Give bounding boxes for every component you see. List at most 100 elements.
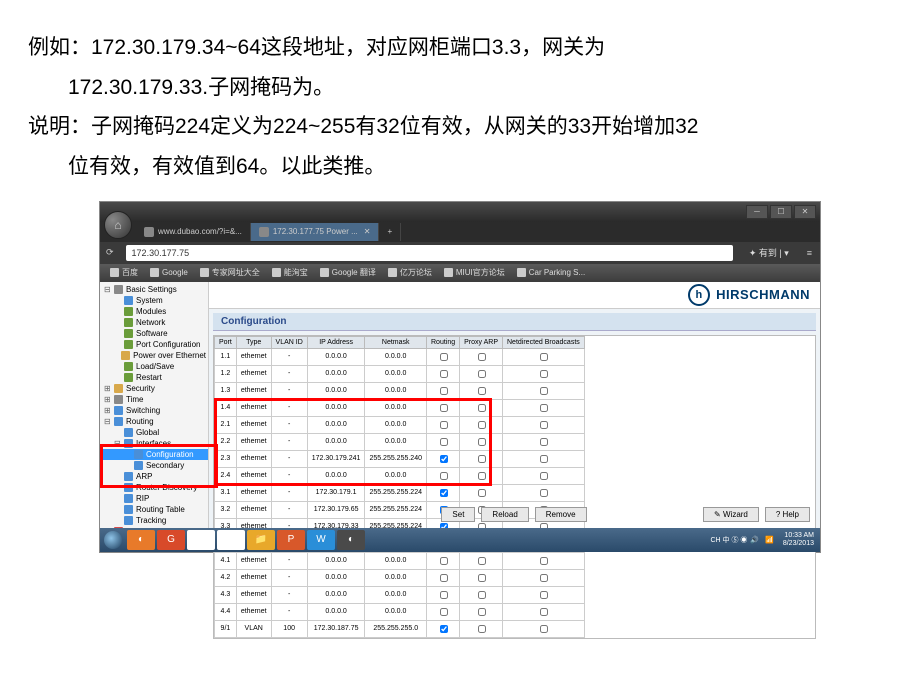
taskbar-app-icon[interactable]: ◐ (127, 530, 155, 550)
checkbox[interactable] (478, 387, 486, 395)
checkbox[interactable] (478, 557, 486, 565)
new-tab-button[interactable]: + (379, 223, 401, 241)
taskbar-app-icon[interactable]: W (307, 530, 335, 550)
browser-home-button[interactable]: ⌂ (104, 211, 132, 239)
checkbox[interactable] (540, 472, 548, 480)
checkbox[interactable] (478, 625, 486, 633)
checkbox[interactable] (478, 472, 486, 480)
address-input[interactable] (126, 245, 733, 261)
bookmark-item[interactable]: MIUI官方论坛 (438, 267, 511, 278)
table-row[interactable]: 1.1ethernet-0.0.0.00.0.0.0 (215, 348, 585, 365)
tree-item-routing-table[interactable]: Routing Table (100, 504, 208, 515)
taskbar-app-icon[interactable] (187, 530, 215, 550)
tray-clock[interactable]: 10:33 AM 8/23/2013 (783, 532, 814, 547)
system-tray[interactable]: CH 中 ⑤ ◉ 🔊 📶 10:33 AM 8/23/2013 (704, 532, 820, 547)
taskbar-app-icon[interactable]: G (157, 530, 185, 550)
checkbox[interactable] (440, 489, 448, 497)
help-button[interactable]: ? Help (765, 507, 810, 522)
checkbox[interactable] (540, 574, 548, 582)
wizard-button[interactable]: ✎ Wizard (703, 507, 759, 522)
bookmark-item[interactable]: Google 翻译 (314, 267, 382, 278)
table-row[interactable]: 2.3ethernet-172.30.179.241255.255.255.24… (215, 450, 585, 467)
checkbox[interactable] (440, 370, 448, 378)
checkbox[interactable] (440, 472, 448, 480)
browser-tab-2[interactable]: 172.30.177.75 Power ...✕ (251, 223, 380, 241)
bookmark-item[interactable]: Google (144, 268, 194, 277)
tree-item-secondary[interactable]: Secondary (100, 460, 208, 471)
checkbox[interactable] (478, 591, 486, 599)
tray-volume-icon[interactable]: 🔊 (750, 536, 759, 544)
reload-icon[interactable]: ⟳ (100, 247, 120, 258)
window-close-button[interactable]: ✕ (794, 205, 816, 219)
table-row[interactable]: 2.2ethernet-0.0.0.00.0.0.0 (215, 433, 585, 450)
checkbox[interactable] (540, 370, 548, 378)
checkbox[interactable] (540, 421, 548, 429)
table-row[interactable]: 4.3ethernet-0.0.0.00.0.0.0 (215, 586, 585, 603)
checkbox[interactable] (540, 455, 548, 463)
checkbox[interactable] (540, 404, 548, 412)
column-header[interactable]: IP Address (307, 336, 365, 348)
bookmark-item[interactable]: 亿万论坛 (382, 267, 438, 278)
tree-item-tracking[interactable]: Tracking (100, 515, 208, 526)
column-header[interactable]: Netdirected Broadcasts (503, 336, 585, 348)
expand-icon[interactable]: ⊟ (104, 417, 112, 426)
checkbox[interactable] (540, 625, 548, 633)
table-row[interactable]: 1.4ethernet-0.0.0.00.0.0.0 (215, 399, 585, 416)
expand-icon[interactable]: ⊞ (104, 406, 112, 415)
column-header[interactable]: VLAN ID (271, 336, 307, 348)
checkbox[interactable] (440, 625, 448, 633)
tree-item-basic-settings[interactable]: ⊟Basic Settings (100, 284, 208, 295)
tree-item-network[interactable]: Network (100, 317, 208, 328)
tree-item-port-configuration[interactable]: Port Configuration (100, 339, 208, 350)
checkbox[interactable] (440, 557, 448, 565)
checkbox[interactable] (440, 438, 448, 446)
checkbox[interactable] (440, 421, 448, 429)
tree-item-security[interactable]: ⊞Security (100, 383, 208, 394)
tree-item-restart[interactable]: Restart (100, 372, 208, 383)
checkbox[interactable] (440, 455, 448, 463)
browser-tab-1[interactable]: www.dubao.com/?i=&... (136, 223, 251, 241)
start-button[interactable] (100, 528, 126, 552)
tree-item-configuration[interactable]: Configuration (100, 449, 208, 460)
taskbar-app-icon[interactable]: e (217, 530, 245, 550)
bookmark-item[interactable]: Car Parking S... (511, 268, 591, 277)
column-header[interactable]: Routing (427, 336, 460, 348)
checkbox[interactable] (478, 574, 486, 582)
window-minimize-button[interactable]: ─ (746, 205, 768, 219)
bookmark-item[interactable]: 能洵宝 (266, 267, 314, 278)
checkbox[interactable] (440, 591, 448, 599)
checkbox[interactable] (540, 387, 548, 395)
checkbox[interactable] (440, 404, 448, 412)
expand-icon[interactable]: ⊞ (104, 395, 112, 404)
checkbox[interactable] (478, 353, 486, 361)
tree-item-arp[interactable]: ARP (100, 471, 208, 482)
checkbox[interactable] (540, 489, 548, 497)
checkbox[interactable] (478, 608, 486, 616)
tree-item-modules[interactable]: Modules (100, 306, 208, 317)
checkbox[interactable] (440, 608, 448, 616)
checkbox[interactable] (478, 455, 486, 463)
checkbox[interactable] (478, 421, 486, 429)
checkbox[interactable] (440, 574, 448, 582)
checkbox[interactable] (440, 353, 448, 361)
table-row[interactable]: 4.1ethernet-0.0.0.00.0.0.0 (215, 552, 585, 569)
tray-network-icon[interactable]: 📶 (765, 536, 774, 544)
tree-item-time[interactable]: ⊞Time (100, 394, 208, 405)
checkbox[interactable] (478, 370, 486, 378)
table-row[interactable]: 1.3ethernet-0.0.0.00.0.0.0 (215, 382, 585, 399)
table-row[interactable]: 4.2ethernet-0.0.0.00.0.0.0 (215, 569, 585, 586)
table-row[interactable]: 4.4ethernet-0.0.0.00.0.0.0 (215, 603, 585, 620)
checkbox[interactable] (478, 489, 486, 497)
table-row[interactable]: 9/1VLAN100172.30.187.75255.255.255.0 (215, 620, 585, 637)
checkbox[interactable] (540, 353, 548, 361)
tree-item-router-discovery[interactable]: Router Discovery (100, 482, 208, 493)
column-header[interactable]: Type (236, 336, 271, 348)
checkbox[interactable] (540, 608, 548, 616)
taskbar-app-icon[interactable]: P (277, 530, 305, 550)
reload-button[interactable]: Reload (481, 507, 528, 522)
tree-item-system[interactable]: System (100, 295, 208, 306)
tree-item-global[interactable]: Global (100, 427, 208, 438)
bookmark-item[interactable]: 百度 (104, 267, 144, 278)
remove-button[interactable]: Remove (535, 507, 587, 522)
table-row[interactable]: 3.1ethernet-172.30.179.1255.255.255.224 (215, 484, 585, 501)
